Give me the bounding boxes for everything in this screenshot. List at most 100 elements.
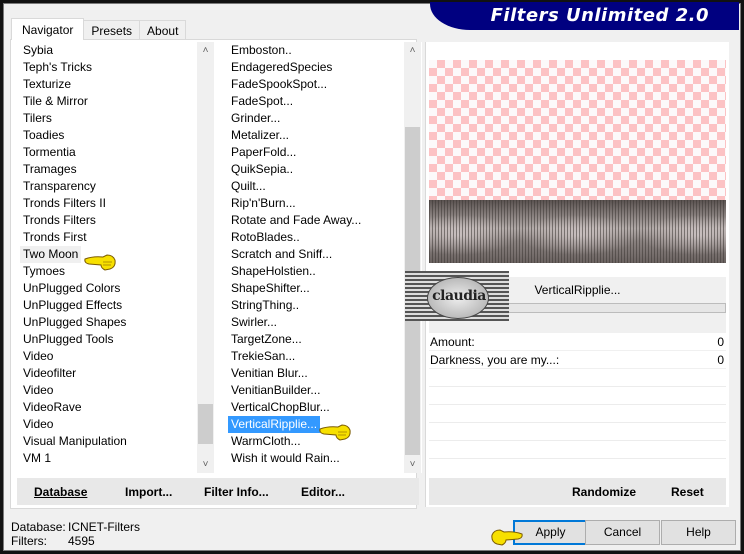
list-item[interactable]: Grinder...	[228, 110, 422, 127]
navigator-button-bar: Database Import... Filter Info... Editor…	[17, 478, 419, 505]
reset-button[interactable]: Reset	[671, 485, 704, 499]
list-item-row: VenitianBuilder...	[228, 382, 422, 399]
list-item[interactable]: VerticalChopBlur...	[228, 399, 422, 416]
list-item[interactable]: Tronds Filters II	[20, 195, 214, 212]
list-item[interactable]: UnPlugged Shapes	[20, 314, 214, 331]
list-item[interactable]: Rotate and Fade Away...	[228, 212, 422, 229]
list-item[interactable]: Video	[20, 416, 214, 433]
list-item[interactable]: VM 1	[20, 450, 214, 467]
divider	[429, 404, 726, 405]
list-item-row: QuikSepia..	[228, 161, 422, 178]
list-item[interactable]: Video	[20, 382, 214, 399]
pointing-hand-icon	[318, 422, 352, 442]
param-label: Darkness, you are my...:	[430, 353, 560, 367]
list-item[interactable]: Tormentia	[20, 144, 214, 161]
param-value[interactable]: 0	[717, 334, 724, 351]
list-item[interactable]: Tronds Filters	[20, 212, 214, 229]
list-item[interactable]: VideoRave	[20, 399, 214, 416]
help-button[interactable]: Help	[661, 520, 736, 545]
cancel-button[interactable]: Cancel	[585, 520, 660, 545]
list-item[interactable]: ShapeHolstien..	[228, 263, 422, 280]
list-item[interactable]: EndageredSpecies	[228, 59, 422, 76]
list-item[interactable]: Tymoes	[20, 263, 214, 280]
filters-count: 4595	[68, 534, 95, 548]
list-item[interactable]: Wish it would Rain...	[228, 450, 422, 467]
divider	[429, 458, 726, 459]
category-list-scrollbar[interactable]: ˄ ˅	[197, 42, 214, 473]
import-button[interactable]: Import...	[125, 485, 172, 499]
scroll-down-icon[interactable]: ˅	[404, 456, 421, 473]
list-item[interactable]: Metalizer...	[228, 127, 422, 144]
status-area: Database: ICNET-Filters Filters: 4595	[11, 520, 140, 548]
list-item-row: Rip'n'Burn...	[228, 195, 422, 212]
list-item[interactable]: Sybia	[20, 42, 214, 59]
scroll-up-icon[interactable]: ˄	[404, 42, 421, 59]
list-item[interactable]: StringThing..	[228, 297, 422, 314]
list-item[interactable]: Quilt...	[228, 178, 422, 195]
filter-list-scrollbar[interactable]: ˄ ˅	[404, 42, 421, 473]
list-item[interactable]: UnPlugged Effects	[20, 297, 214, 314]
list-item[interactable]: VerticalRipplie...	[228, 416, 321, 433]
list-item[interactable]: Tramages	[20, 161, 214, 178]
list-item[interactable]: QuikSepia..	[228, 161, 422, 178]
editor-button[interactable]: Editor...	[301, 485, 345, 499]
list-item-row: RotoBlades..	[228, 229, 422, 246]
list-item[interactable]: Video	[20, 348, 214, 365]
param-label: Amount:	[430, 335, 475, 349]
list-item[interactable]: VenitianBuilder...	[228, 382, 422, 399]
list-item-row: Emboston..	[228, 42, 422, 59]
list-item[interactable]: Two Moon	[20, 246, 82, 263]
list-item-row: Videofilter	[20, 365, 214, 382]
list-item[interactable]: Tile & Mirror	[20, 93, 214, 110]
list-item[interactable]: UnPlugged Colors	[20, 280, 214, 297]
tab-navigator[interactable]: Navigator	[11, 18, 85, 40]
list-item-row: UnPlugged Shapes	[20, 314, 214, 331]
filter-info-button[interactable]: Filter Info...	[204, 485, 269, 499]
list-item[interactable]: Swirler...	[228, 314, 422, 331]
list-item[interactable]: Toadies	[20, 127, 214, 144]
list-item[interactable]: TargetZone...	[228, 331, 422, 348]
list-item-row: Rotate and Fade Away...	[228, 212, 422, 229]
param-amount[interactable]: Amount: 0	[429, 334, 726, 351]
scroll-down-icon[interactable]: ˅	[197, 456, 214, 473]
list-item[interactable]: ShapeShifter...	[228, 280, 422, 297]
list-item[interactable]: Emboston..	[228, 42, 422, 59]
list-item[interactable]: Rip'n'Burn...	[228, 195, 422, 212]
list-item-row: Tronds Filters	[20, 212, 214, 229]
category-list[interactable]: Sybia Teph's Tricks Texturize Tile & Mirror…	[20, 42, 214, 473]
randomize-button[interactable]: Randomize	[572, 485, 636, 499]
list-item[interactable]: Texturize	[20, 76, 214, 93]
tab-presets[interactable]: Presets	[83, 20, 141, 40]
list-item[interactable]: TrekieSan...	[228, 348, 422, 365]
list-item[interactable]: Venitian Blur...	[228, 365, 422, 382]
list-item[interactable]: Teph's Tricks	[20, 59, 214, 76]
list-item[interactable]: Videofilter	[20, 365, 214, 382]
param-darkness[interactable]: Darkness, you are my...: 0	[429, 352, 726, 369]
list-item[interactable]: Transparency	[20, 178, 214, 195]
tab-about[interactable]: About	[139, 20, 187, 40]
apply-button[interactable]: Apply	[513, 520, 588, 545]
list-item-row: VM 1	[20, 450, 214, 467]
list-item[interactable]: Tronds First	[20, 229, 214, 246]
list-item-row: ShapeShifter...	[228, 280, 422, 297]
database-button[interactable]: Database	[34, 485, 87, 499]
pointing-hand-icon	[83, 252, 117, 272]
list-item-row: VideoRave	[20, 399, 214, 416]
param-value[interactable]: 0	[717, 352, 724, 369]
list-item-row: Tymoes	[20, 263, 214, 280]
list-item-row: Visual Manipulation	[20, 433, 214, 450]
list-item[interactable]: UnPlugged Tools	[20, 331, 214, 348]
list-item[interactable]: FadeSpot...	[228, 93, 422, 110]
list-item[interactable]: Tilers	[20, 110, 214, 127]
filter-list[interactable]: Emboston.. EndageredSpecies FadeSpookSpot.…	[228, 42, 422, 473]
list-item-row: ShapeHolstien..	[228, 263, 422, 280]
scroll-up-icon[interactable]: ˄	[197, 42, 214, 59]
scrollbar-thumb[interactable]	[198, 404, 213, 444]
list-item[interactable]: FadeSpookSpot...	[228, 76, 422, 93]
divider	[429, 422, 726, 423]
tab-bar: Navigator Presets About	[11, 18, 187, 40]
list-item[interactable]: Visual Manipulation	[20, 433, 214, 450]
list-item[interactable]: Scratch and Sniff...	[228, 246, 422, 263]
list-item[interactable]: PaperFold...	[228, 144, 422, 161]
list-item[interactable]: RotoBlades..	[228, 229, 422, 246]
